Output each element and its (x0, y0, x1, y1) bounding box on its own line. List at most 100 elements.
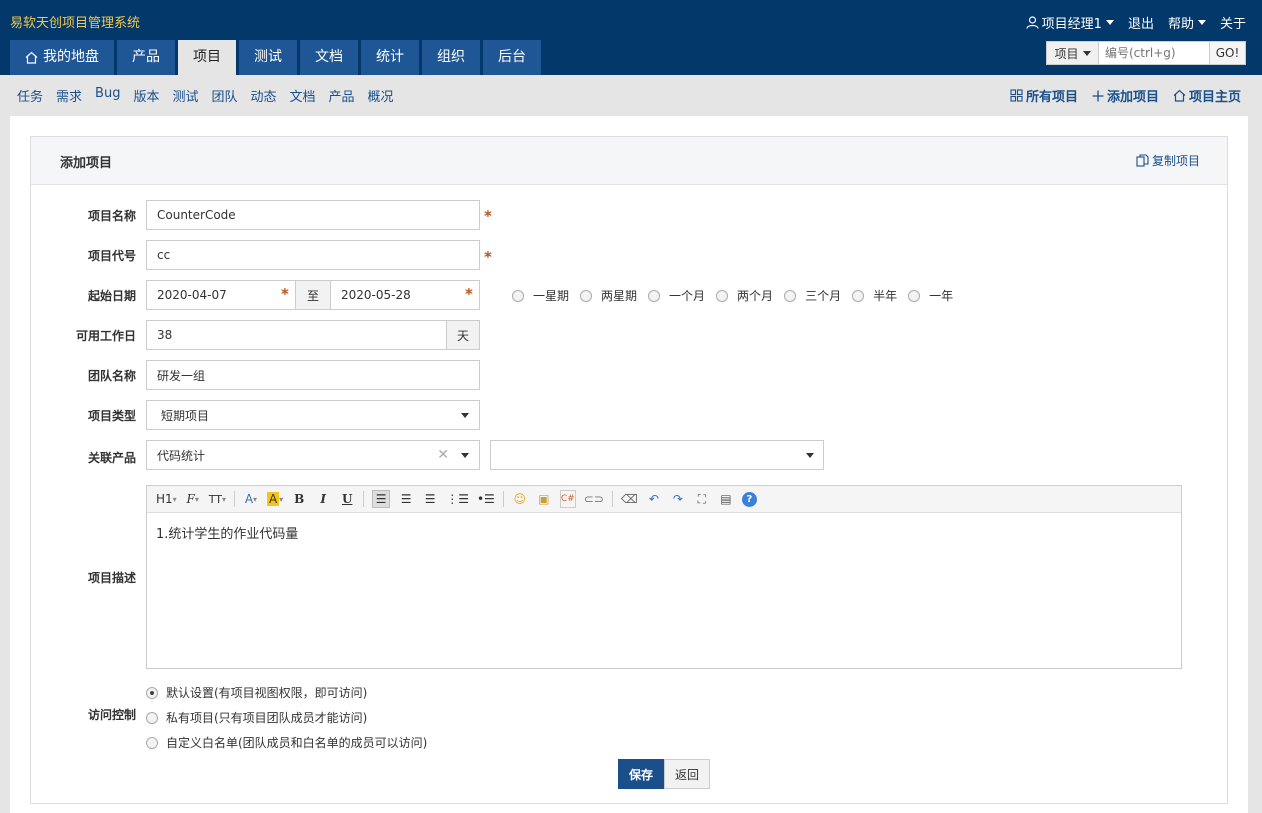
app-title[interactable]: 易软天创项目管理系统 (10, 12, 140, 31)
begin-date-input[interactable]: 2020-04-07 (146, 280, 296, 310)
align-right-icon[interactable]: ☰ (422, 490, 438, 508)
period-1w[interactable]: 一星期 (512, 287, 569, 304)
logout-link[interactable]: 退出 (1128, 13, 1154, 32)
font-color-button[interactable]: A ▾ (243, 490, 259, 508)
period-label: 三个月 (805, 289, 842, 303)
subnav-team[interactable]: 团队 (211, 86, 237, 105)
search-type-select[interactable]: 项目 (1047, 42, 1099, 64)
user-menu[interactable]: 项目经理1 (1026, 13, 1114, 32)
tab-report[interactable]: 统计 (361, 40, 419, 75)
highlight-button[interactable]: A ▾ (266, 490, 283, 508)
search-go-button[interactable]: GO! (1209, 42, 1245, 64)
period-label: 一年 (929, 289, 954, 303)
heading-button[interactable]: H1 ▾ (156, 490, 177, 508)
save-button[interactable]: 保存 (618, 759, 664, 789)
subnav-build[interactable]: 版本 (133, 86, 159, 105)
branch-select[interactable] (490, 440, 824, 470)
description-content[interactable]: 1.统计学生的作业代码量 (147, 513, 1181, 552)
user-icon (1026, 16, 1039, 29)
period-6m[interactable]: 半年 (852, 287, 897, 304)
image-icon[interactable]: ▣ (536, 490, 552, 508)
subnav-bug[interactable]: Bug (95, 86, 120, 105)
clear-icon[interactable]: ✕ (437, 447, 449, 463)
toolbar-separator (502, 491, 504, 507)
period-1y[interactable]: 一年 (908, 287, 953, 304)
team-name-input[interactable]: 研发一组 (146, 360, 480, 390)
period-2m[interactable]: 两个月 (716, 287, 773, 304)
size-label: TT (208, 492, 222, 506)
font-family-button[interactable]: F ▾ (185, 490, 201, 508)
access-option-private[interactable]: 私有项目(只有项目团队成员才能访问) (146, 705, 427, 730)
underline-button[interactable]: U (339, 490, 355, 508)
unordered-list-icon[interactable]: •☰ (477, 490, 495, 508)
back-button[interactable]: 返回 (664, 759, 710, 789)
period-1m[interactable]: 一个月 (648, 287, 705, 304)
add-project-link[interactable]: 添加项目 (1092, 86, 1159, 105)
italic-button[interactable]: I (315, 490, 331, 508)
workdays-input[interactable]: 38 (146, 320, 448, 350)
bold-button[interactable]: B (291, 490, 307, 508)
project-type-select[interactable]: 短期项目 (146, 400, 480, 430)
code-icon[interactable]: C# (559, 490, 576, 508)
radio-icon (146, 686, 158, 699)
align-left-icon[interactable]: ☰ (372, 490, 391, 508)
end-date-input[interactable]: 2020-05-28 (330, 280, 480, 310)
redo-icon[interactable]: ↷ (670, 490, 686, 508)
top-header: 易软天创项目管理系统 项目经理1 退出 帮助 关于 我的地盘 产品 项目 测试 … (0, 0, 1262, 75)
access-option-custom[interactable]: 自定义白名单(团队成员和白名单的成员可以访问) (146, 730, 427, 755)
all-projects-link[interactable]: 所有项目 (1010, 86, 1078, 105)
toolbar-separator (233, 491, 235, 507)
project-code-input[interactable]: cc (146, 240, 480, 270)
template-icon[interactable]: ▤ (718, 490, 734, 508)
project-type-value: 短期项目 (161, 408, 210, 423)
eraser-icon[interactable]: ⌫ (621, 490, 638, 508)
project-menu: 任务 需求 Bug 版本 测试 团队 动态 文档 产品 概况 (17, 86, 394, 105)
subnav-view[interactable]: 概况 (368, 86, 394, 105)
period-label: 一个月 (669, 289, 706, 303)
subnav-product[interactable]: 产品 (329, 86, 355, 105)
align-center-icon[interactable]: ☰ (398, 490, 414, 508)
about-link[interactable]: 关于 (1220, 13, 1246, 32)
ordered-list-icon[interactable]: ⋮☰ (446, 490, 469, 508)
help-menu[interactable]: 帮助 (1168, 13, 1206, 32)
subnav-dynamic[interactable]: 动态 (251, 86, 277, 105)
period-2w[interactable]: 两星期 (580, 287, 637, 304)
undo-icon[interactable]: ↶ (646, 490, 662, 508)
tab-project[interactable]: 项目 (178, 40, 236, 75)
tab-company[interactable]: 组织 (422, 40, 480, 75)
tab-admin[interactable]: 后台 (483, 40, 541, 75)
description-editor: H1 ▾ F ▾ TT ▾ A ▾ A ▾ B I U ☰ ☰ ☰ ⋮☰ •☰ ☺ ▣ C… (146, 485, 1182, 669)
period-3m[interactable]: 三个月 (784, 287, 841, 304)
project-name-input[interactable]: CounterCode (146, 200, 480, 230)
radio-icon (512, 289, 524, 302)
all-projects-label: 所有项目 (1025, 90, 1078, 105)
label-workdays: 可用工作日 (75, 329, 136, 343)
fullscreen-icon[interactable]: ⛶ (694, 490, 710, 508)
tab-doc[interactable]: 文档 (300, 40, 358, 75)
access-option-default[interactable]: 默认设置(有项目视图权限，即可访问) (146, 680, 427, 705)
link-icon[interactable]: ⊂⊃ (584, 490, 604, 508)
product-select[interactable]: 代码统计 ✕ (146, 440, 480, 470)
chevron-down-icon (806, 452, 814, 458)
period-label: 半年 (873, 289, 898, 303)
label-code: 项目代号 (87, 249, 136, 263)
emoticon-icon[interactable]: ☺ (512, 490, 528, 508)
label-name: 项目名称 (87, 209, 136, 223)
search-input[interactable] (1099, 42, 1209, 64)
tab-test[interactable]: 测试 (239, 40, 297, 75)
subnav-test[interactable]: 测试 (172, 86, 198, 105)
project-home-link[interactable]: 项目主页 (1173, 86, 1241, 105)
color-label: A (244, 492, 254, 506)
font-size-button[interactable]: TT ▾ (209, 490, 226, 508)
project-home-label: 项目主页 (1188, 90, 1241, 105)
subnav-task[interactable]: 任务 (17, 86, 43, 105)
access-label: 自定义白名单(团队成员和白名单的成员可以访问) (166, 736, 428, 750)
subnav-story[interactable]: 需求 (56, 86, 82, 105)
radio-icon (852, 289, 865, 302)
subnav-doc[interactable]: 文档 (290, 86, 316, 105)
tab-product[interactable]: 产品 (117, 40, 175, 75)
chevron-down-icon (1197, 20, 1206, 25)
help-icon[interactable]: ? (741, 491, 757, 507)
tab-my[interactable]: 我的地盘 (10, 40, 114, 75)
copy-project-link[interactable]: 复制项目 (1136, 152, 1200, 169)
